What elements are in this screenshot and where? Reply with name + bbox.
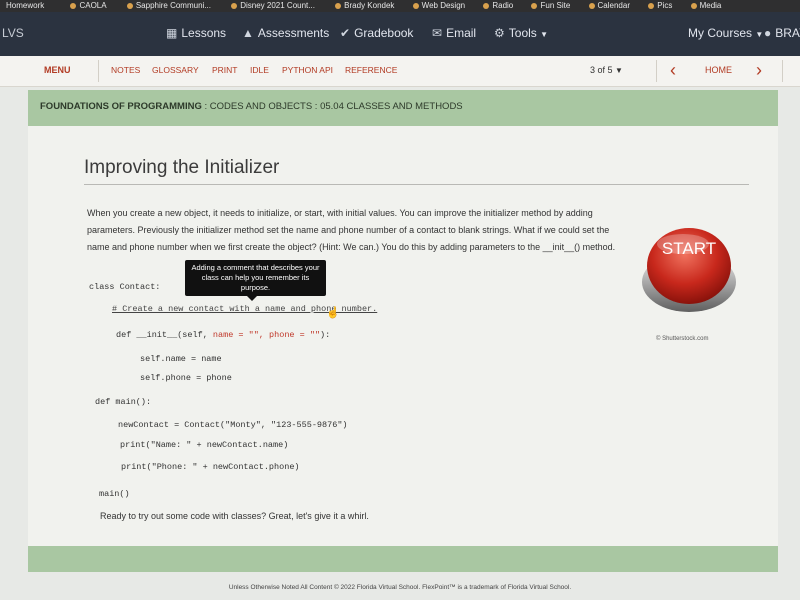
code-line: def __init__(self, name = "", phone = ""…: [116, 330, 331, 340]
bookmark-radio[interactable]: Radio: [483, 0, 513, 12]
top-navigation: LVS ▦ Lessons ▲ Assessments ✔ Gradebook ✉ Em…: [0, 12, 800, 56]
menu-button[interactable]: MENU: [44, 65, 71, 75]
bookmark-funsite[interactable]: Fun Site: [531, 0, 570, 12]
code-line: self.phone = phone: [140, 373, 232, 383]
code-line: self.name = name: [140, 354, 222, 364]
bookmark-icon: [690, 2, 697, 9]
toolbar-print[interactable]: PRINT: [212, 65, 238, 75]
toolbar-python-api[interactable]: PYTHON API: [282, 65, 333, 75]
bookmark-brady[interactable]: Brady Kondek: [335, 0, 394, 12]
bookmarks-bar: Homework CAOLA Sapphire Communi... Disne…: [0, 0, 800, 12]
bookmark-icon: [231, 2, 238, 9]
toolbar-glossary[interactable]: GLOSSARY: [152, 65, 199, 75]
envelope-icon: ✉: [432, 26, 443, 40]
lesson-toolbar: MENU NOTES GLOSSARY PRINT IDLE PYTHON AP…: [0, 56, 800, 87]
divider: [98, 60, 99, 82]
code-line: print("Name: " + newContact.name): [120, 440, 289, 450]
bookmark-caola[interactable]: CAOLA: [70, 0, 107, 12]
outro-text: Ready to try out some code with classes?…: [100, 511, 369, 521]
check-icon: ✔: [340, 26, 351, 40]
caret-down-icon: ▼: [755, 30, 764, 39]
nav-my-courses[interactable]: My Courses ▼: [688, 26, 763, 40]
page-selector[interactable]: 3 of 5 ▼: [590, 65, 623, 75]
bookmark-calendar[interactable]: Calendar: [588, 0, 630, 12]
course-name[interactable]: FOUNDATIONS OF PROGRAMMING: [40, 101, 202, 112]
brand-label: LVS: [2, 26, 24, 40]
bookmark-icon: [588, 2, 595, 9]
bookmark-icon: [70, 2, 77, 9]
caret-down-icon: ▼: [540, 30, 549, 39]
nav-tools[interactable]: ⚙ Tools ▼: [494, 26, 548, 40]
bookmark-homework[interactable]: Homework: [6, 0, 44, 12]
bookmark-disney[interactable]: Disney 2021 Count...: [231, 0, 315, 12]
divider: [782, 60, 783, 82]
caret-down-icon: ▼: [615, 66, 623, 75]
bottom-band: [28, 546, 778, 572]
nav-email[interactable]: ✉ Email: [432, 26, 476, 40]
bookmark-webdesign[interactable]: Web Design: [412, 0, 465, 12]
home-button[interactable]: HOME: [705, 65, 732, 75]
divider: [656, 60, 657, 82]
code-line: print("Phone: " + newContact.phone): [121, 462, 300, 472]
page-title: Improving the Initializer: [84, 157, 280, 178]
code-line: def main():: [95, 397, 152, 407]
bookmark-icon: [412, 2, 419, 9]
title-divider: [84, 184, 749, 185]
intro-paragraph: When you create a new object, it needs t…: [87, 208, 616, 252]
toolbar-notes[interactable]: NOTES: [111, 65, 140, 75]
toolbar-reference[interactable]: REFERENCE: [345, 65, 397, 75]
bookmark-sapphire[interactable]: Sapphire Communi...: [126, 0, 211, 12]
bookmark-icon: [335, 2, 342, 9]
breadcrumb: FOUNDATIONS OF PROGRAMMING : CODES AND O…: [28, 90, 778, 126]
nav-assessments[interactable]: ▲ Assessments: [242, 26, 329, 40]
bookmark-pics[interactable]: Pics: [648, 0, 672, 12]
code-line: main(): [99, 489, 130, 499]
bookmark-media[interactable]: Media: [690, 0, 721, 12]
start-label: START: [662, 239, 716, 258]
bookmark-icon: [483, 2, 490, 9]
code-line: class Contact:: [89, 282, 161, 292]
nav-user[interactable]: ●BRAY: [764, 26, 800, 40]
user-icon: ●: [764, 26, 772, 40]
nav-lessons[interactable]: ▦ Lessons: [166, 26, 226, 40]
gear-icon: ⚙: [494, 26, 505, 40]
start-button-image: START: [642, 228, 736, 312]
book-icon: ▦: [166, 26, 178, 40]
breadcrumb-path: : CODES AND OBJECTS : 05.04 CLASSES AND …: [201, 101, 463, 112]
code-line: newContact = Contact("Monty", "123-555-9…: [118, 420, 348, 430]
bookmark-icon: [126, 2, 133, 9]
cap-icon: ▲: [242, 26, 254, 40]
footer-text: Unless Otherwise Noted All Content © 202…: [228, 584, 572, 591]
image-credit: © Shutterstock.com: [656, 336, 709, 342]
toolbar-idle[interactable]: IDLE: [250, 65, 269, 75]
nav-gradebook[interactable]: ✔ Gradebook: [340, 26, 413, 40]
previous-page-button[interactable]: ‹: [670, 59, 676, 81]
bookmark-icon: [648, 2, 655, 9]
pointer-cursor-icon: ☝: [326, 307, 340, 319]
tooltip: Adding a comment that describes your cla…: [185, 260, 326, 301]
next-page-button[interactable]: ›: [756, 59, 762, 81]
bookmark-icon: [531, 2, 538, 9]
